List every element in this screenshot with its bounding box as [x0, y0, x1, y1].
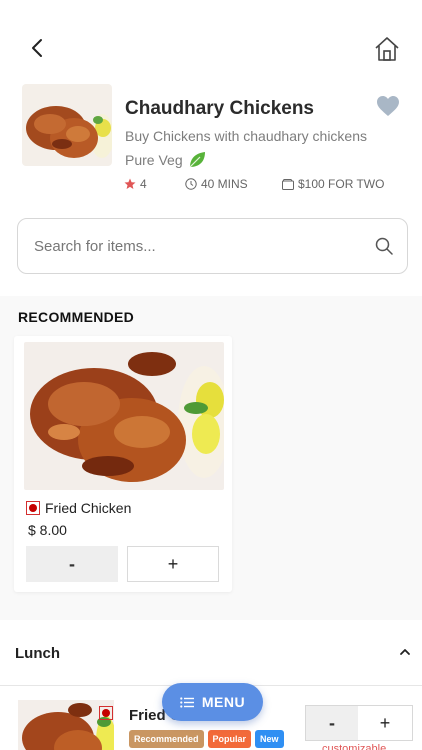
- search-input[interactable]: [34, 219, 364, 273]
- star-icon: [124, 178, 136, 189]
- badge-recommended: Recommended: [129, 730, 204, 748]
- menu-button-label: MENU: [201, 694, 246, 710]
- chevron-up-icon[interactable]: [398, 647, 412, 657]
- restaurant-image: [22, 84, 112, 166]
- food-image: [24, 342, 224, 490]
- clock-icon: [185, 178, 197, 190]
- section-title: RECOMMENDED: [18, 309, 135, 325]
- menu-button[interactable]: MENU: [162, 683, 263, 721]
- delivery-time-value: 40 MINS: [201, 177, 248, 191]
- item-price: $ 8.00: [28, 522, 67, 538]
- customizable-note: customizable: [322, 743, 387, 750]
- item-badges: Recommended Popular New: [129, 730, 284, 748]
- non-veg-marker-icon: [26, 501, 40, 515]
- increase-quantity-button[interactable]: +: [358, 706, 412, 740]
- category-header-lunch[interactable]: Lunch: [0, 620, 422, 686]
- diet-label: Pure Veg: [125, 152, 183, 168]
- cost-for-two: $100 FOR TWO: [282, 177, 384, 191]
- non-veg-marker-icon: [99, 706, 113, 720]
- quantity-stepper: - +: [305, 705, 413, 741]
- item-name: Fried Chicken: [45, 500, 132, 516]
- increase-quantity-button[interactable]: +: [127, 546, 219, 582]
- restaurant-name: Chaudhary Chickens: [125, 98, 314, 119]
- decrease-quantity-button[interactable]: -: [306, 706, 358, 740]
- search-box[interactable]: [17, 218, 408, 274]
- leaf-icon: [189, 152, 205, 168]
- search-icon[interactable]: [375, 237, 393, 255]
- rating-value: 4: [140, 177, 147, 191]
- list-icon: [180, 696, 194, 708]
- restaurant-description: Buy Chickens with chaudhary chickens: [125, 128, 368, 144]
- item-title: Fried Chicken: [26, 500, 131, 516]
- badge-popular: Popular: [207, 730, 252, 748]
- rating: 4: [124, 177, 147, 191]
- category-title: Lunch: [15, 645, 60, 662]
- heart-icon[interactable]: [376, 95, 400, 117]
- chevron-left-icon[interactable]: [26, 36, 50, 60]
- cost-value: $100 FOR TWO: [298, 177, 385, 191]
- badge-new: New: [255, 730, 284, 748]
- decrease-quantity-button[interactable]: -: [26, 546, 118, 582]
- wallet-icon: [282, 178, 294, 190]
- top-bar: [0, 0, 422, 80]
- menu-item-card[interactable]: Fried Chicken $ 8.00 - +: [14, 336, 232, 592]
- delivery-time: 40 MINS: [185, 177, 248, 191]
- home-icon[interactable]: [374, 36, 400, 62]
- recommended-section: RECOMMENDED Fried Chicken $ 8.00 - +: [0, 296, 422, 620]
- diet-tag: Pure Veg: [125, 150, 207, 170]
